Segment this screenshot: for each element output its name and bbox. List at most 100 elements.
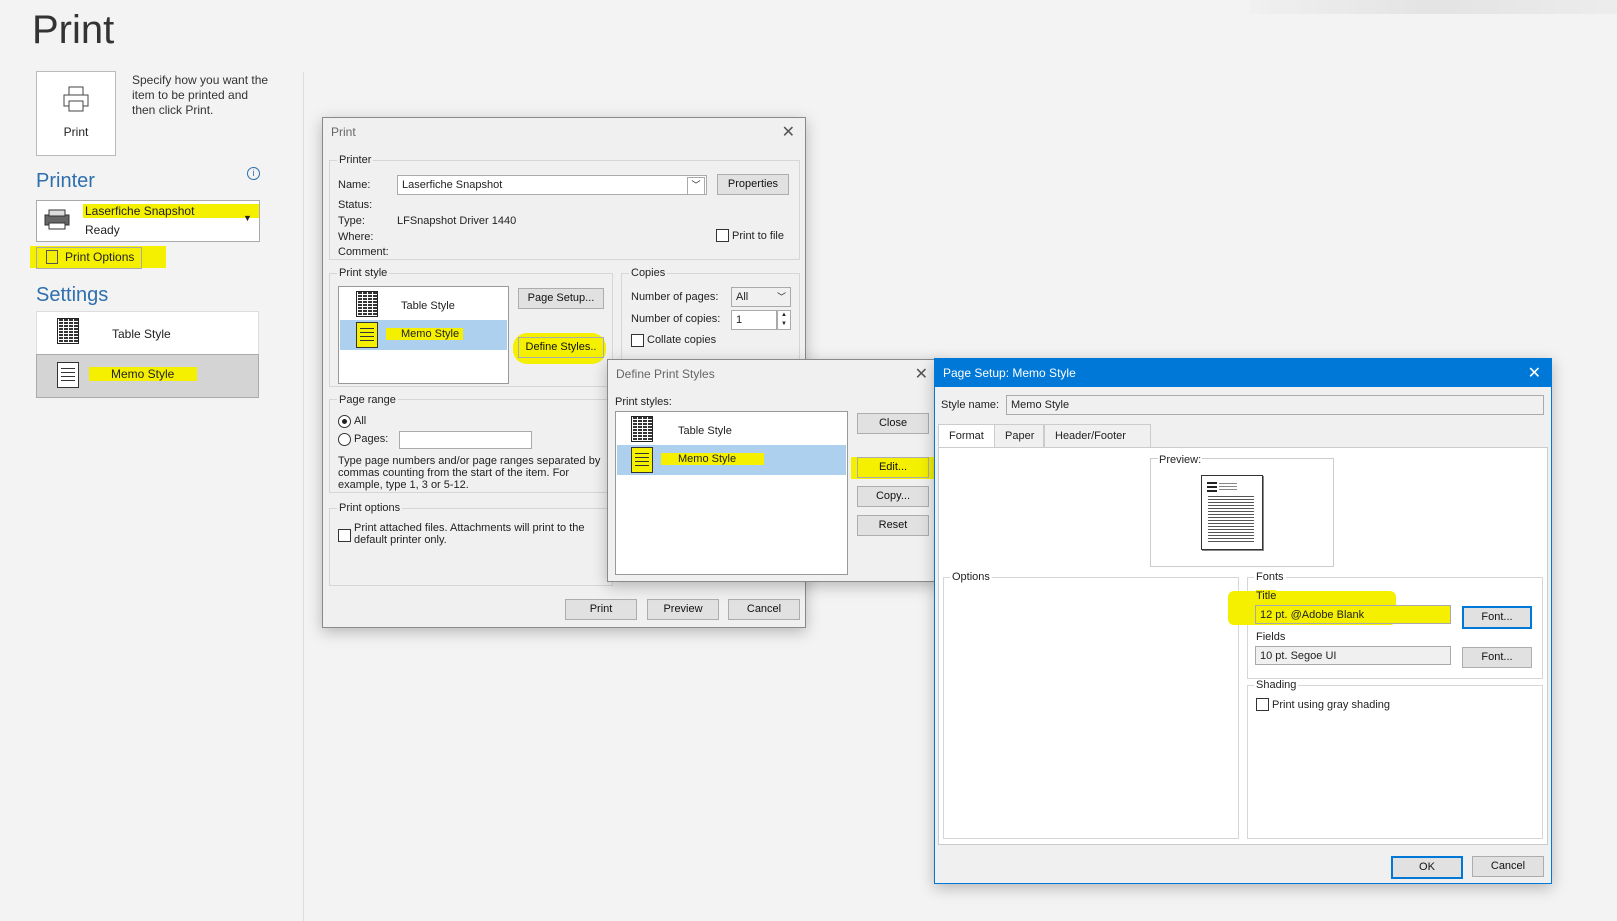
- close-icon[interactable]: ✕: [1528, 363, 1541, 383]
- print-options-label: Print Options: [65, 250, 135, 264]
- page-range-help: Type page numbers and/or page ranges sep…: [338, 455, 601, 491]
- memo-style-icon: [57, 362, 79, 388]
- list-item-label: Memo Style: [386, 328, 463, 340]
- reset-button[interactable]: Reset: [857, 515, 929, 536]
- style-item-label: Memo Style: [89, 367, 197, 381]
- page-setup-button[interactable]: Page Setup...: [518, 288, 604, 309]
- title-label: Title: [1256, 590, 1277, 602]
- settings-heading: Settings: [36, 284, 109, 306]
- page-setup-titlebar: Page Setup: Memo Style ✕: [935, 359, 1551, 387]
- where-label: Where:: [338, 231, 374, 243]
- collate-checkbox[interactable]: [631, 334, 644, 347]
- title-font-input[interactable]: 12 pt. @Adobe Blank: [1255, 605, 1451, 624]
- list-item[interactable]: Table Style: [616, 414, 847, 444]
- list-item[interactable]: Memo Style: [340, 320, 507, 350]
- fields-font-input[interactable]: 10 pt. Segoe UI: [1255, 646, 1451, 665]
- print-style-list[interactable]: Table Style Memo Style: [338, 286, 509, 384]
- copies-spinner[interactable]: ▲ ▼: [777, 310, 791, 330]
- style-item-memo[interactable]: Memo Style: [36, 354, 259, 398]
- number-of-copies-input[interactable]: 1: [731, 310, 777, 330]
- pages-radio[interactable]: [338, 433, 351, 446]
- gray-shading-label: Print using gray shading: [1272, 699, 1391, 711]
- preview-button[interactable]: Preview: [647, 599, 719, 620]
- collate-label: Collate copies: [647, 334, 717, 346]
- type-label: Type:: [338, 215, 365, 227]
- copy-button[interactable]: Copy...: [857, 486, 929, 507]
- title-font-value: 12 pt. @Adobe Blank: [1260, 609, 1365, 621]
- number-of-copies-label: Number of copies:: [631, 313, 721, 325]
- print-submit-button[interactable]: Print: [565, 599, 637, 620]
- memo-style-icon: [356, 322, 378, 348]
- number-of-pages-value: All: [736, 291, 749, 303]
- print-style-group-label: Print style: [337, 267, 390, 279]
- pages-input[interactable]: [399, 431, 532, 449]
- chevron-down-icon: ▼: [243, 213, 252, 223]
- printer-icon: [63, 86, 89, 112]
- gray-shading-checkbox[interactable]: [1256, 698, 1269, 711]
- list-item[interactable]: Memo Style: [617, 445, 846, 475]
- print-to-file-label: Print to file: [732, 230, 784, 242]
- fields-font-button[interactable]: Font...: [1462, 647, 1532, 668]
- tab-header-footer[interactable]: Header/Footer: [1044, 424, 1151, 447]
- page-range-group-label: Page range: [337, 394, 398, 406]
- style-item-label: Table Style: [112, 327, 171, 341]
- printer-selector[interactable]: Laserfiche Snapshot Ready ▼: [36, 200, 260, 242]
- chevron-down-icon: ﹀: [687, 177, 705, 195]
- type-value: LFSnapshot Driver 1440: [397, 215, 517, 227]
- print-button[interactable]: Print: [36, 71, 116, 156]
- page-setup-title: Page Setup: Memo Style: [943, 366, 1076, 380]
- printer-device-icon: [44, 209, 70, 230]
- table-style-icon: [631, 416, 653, 442]
- define-print-styles-dialog: Define Print Styles ✕ Print styles: Tabl…: [607, 359, 963, 582]
- print-description: Specify how you want the item to be prin…: [132, 73, 269, 117]
- background-decoration: [1250, 0, 1617, 14]
- print-styles-label: Print styles:: [615, 396, 672, 408]
- printer-status: Ready: [85, 223, 120, 237]
- printer-name-select[interactable]: Laserfiche Snapshot ﹀: [397, 175, 707, 195]
- properties-button[interactable]: Properties: [717, 174, 789, 195]
- ok-button[interactable]: OK: [1391, 856, 1463, 879]
- define-styles-button[interactable]: Define Styles..: [518, 337, 604, 358]
- style-item-table[interactable]: Table Style: [36, 311, 259, 355]
- info-icon[interactable]: i: [247, 167, 260, 180]
- title-font-button[interactable]: Font...: [1462, 606, 1532, 629]
- fonts-group-label: Fonts: [1254, 571, 1286, 583]
- print-dialog-title: Print: [331, 125, 356, 139]
- cancel-button[interactable]: Cancel: [1472, 856, 1544, 877]
- cancel-button[interactable]: Cancel: [728, 599, 800, 620]
- print-button-label: Print: [63, 125, 89, 139]
- print-styles-list[interactable]: Table Style Memo Style: [615, 411, 848, 575]
- memo-style-icon: [631, 447, 653, 473]
- name-label: Name:: [338, 179, 371, 191]
- print-attached-checkbox[interactable]: [338, 529, 351, 542]
- page-setup-dialog: Page Setup: Memo Style ✕ Style name: Mem…: [934, 358, 1552, 884]
- number-of-pages-label: Number of pages:: [631, 291, 719, 303]
- print-to-file-checkbox[interactable]: [716, 229, 729, 242]
- tab-paper[interactable]: Paper: [994, 424, 1044, 447]
- shading-group-label: Shading: [1254, 679, 1299, 691]
- printer-group-label: Printer: [337, 154, 374, 166]
- print-options-icon: [46, 250, 58, 264]
- comment-label: Comment:: [338, 246, 389, 258]
- options-group: [943, 577, 1239, 839]
- printer-name: Laserfiche Snapshot: [83, 204, 259, 218]
- number-of-pages-select[interactable]: All ﹀: [731, 287, 791, 307]
- close-icon[interactable]: ✕: [782, 122, 795, 142]
- edit-button[interactable]: Edit...: [857, 457, 929, 478]
- printer-name-value: Laserfiche Snapshot: [402, 179, 503, 191]
- preview-label: Preview:: [1158, 454, 1203, 466]
- copies-group-label: Copies: [629, 267, 668, 279]
- tab-format[interactable]: Format: [938, 424, 995, 448]
- list-item[interactable]: Table Style: [339, 289, 508, 319]
- all-radio[interactable]: [338, 415, 351, 428]
- pages-radio-label: Pages:: [354, 433, 389, 445]
- style-name-input[interactable]: Memo Style: [1006, 395, 1544, 415]
- printer-heading: Printer: [36, 170, 95, 192]
- print-options-button[interactable]: Print Options: [30, 246, 166, 269]
- page-title: Print: [32, 8, 115, 52]
- number-of-copies-value: 1: [736, 314, 743, 326]
- close-button[interactable]: Close: [857, 413, 929, 434]
- style-name-label: Style name:: [941, 399, 1000, 411]
- close-icon[interactable]: ✕: [915, 364, 928, 384]
- list-item-label: Table Style: [401, 300, 455, 312]
